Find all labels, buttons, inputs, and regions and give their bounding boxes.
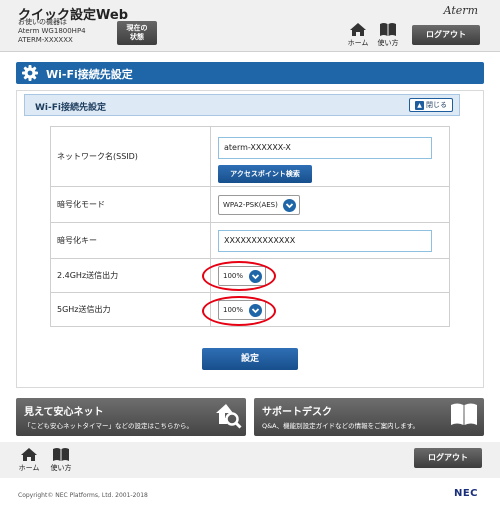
book-icon <box>380 23 396 36</box>
status-button-line-2: 状態 <box>130 33 144 41</box>
panel-header: Wi-Fi接続先設定 ▲ 閉じる <box>24 94 460 116</box>
home-button[interactable]: ホーム <box>345 22 371 50</box>
ssid-input[interactable]: aterm-XXXXXX-X <box>218 137 432 159</box>
banner-subtitle: Q&A、機能別設定ガイドなどの情報をご案内します。 <box>262 422 419 430</box>
device-name: ATERM-XXXXXX <box>18 36 73 44</box>
footer-home-label: ホーム <box>18 464 40 472</box>
encryption-mode-select[interactable]: WPA2-PSK(AES) <box>218 195 300 215</box>
footer-home-button[interactable]: ホーム <box>16 447 42 475</box>
logout-button[interactable]: ログアウト <box>412 25 480 45</box>
header: クイック設定Web お使いの機器は Aterm WG1800HP4 ATERM-… <box>0 0 500 52</box>
help-label: 使い方 <box>377 39 399 47</box>
aterm-logo: Aterm <box>443 4 478 17</box>
apply-settings-button[interactable]: 設定 <box>202 348 298 370</box>
close-label: 閉じる <box>426 101 447 109</box>
copyright-text: Copyright© NEC Platforms, Ltd. 2001-2018 <box>18 492 148 499</box>
help-button[interactable]: 使い方 <box>375 22 401 50</box>
nec-logo: NEC <box>453 488 478 499</box>
encryption-mode-label: 暗号化モード <box>50 186 211 223</box>
home-icon <box>21 448 37 461</box>
footer-help-label: 使い方 <box>50 464 72 472</box>
encryption-mode-value: WPA2-PSK(AES) <box>223 201 278 209</box>
panel-title: Wi-Fi接続先設定 <box>35 103 106 113</box>
encryption-key-cell: XXXXXXXXXXXXX <box>210 222 450 259</box>
chevron-down-icon <box>283 199 296 212</box>
ssid-label: ネットワーク名(SSID) <box>50 126 211 187</box>
footer-nav: ホーム 使い方 ログアウト <box>0 442 500 478</box>
current-status-button[interactable]: 現在の 状態 <box>117 21 157 45</box>
footer-logout-button[interactable]: ログアウト <box>414 448 482 468</box>
home-label: ホーム <box>347 39 369 47</box>
section-title: Wi-Fi接続先設定 <box>46 68 133 81</box>
table-row: ネットワーク名(SSID) aterm-XXXXXX-X アクセスポイント検索 <box>50 126 450 187</box>
support-desk-banner[interactable]: サポートデスク Q&A、機能別設定ガイドなどの情報をご案内します。 <box>254 398 484 436</box>
highlight-ring-24ghz <box>202 261 276 291</box>
book-icon <box>451 403 477 425</box>
house-magnifier-icon <box>216 404 242 429</box>
section-title-bar: Wi-Fi接続先設定 <box>16 62 484 84</box>
status-button-line-1: 現在の <box>126 24 148 32</box>
close-panel-button[interactable]: ▲ 閉じる <box>409 98 453 112</box>
highlight-ring-5ghz <box>202 296 276 326</box>
encryption-key-label: 暗号化キー <box>50 222 211 259</box>
tx-power-5ghz-label: 5GHz送信出力 <box>50 292 211 327</box>
banner-subtitle: 「こども安心ネットタイマー」などの設定はこちらから。 <box>24 422 193 430</box>
table-row: 暗号化モード WPA2-PSK(AES) <box>50 186 450 223</box>
table-row: 暗号化キー XXXXXXXXXXXXX <box>50 222 450 259</box>
device-model: Aterm WG1800HP4 <box>18 27 86 35</box>
gear-icon <box>22 65 38 81</box>
banner-title: 見えて安心ネット <box>24 407 104 418</box>
encryption-key-input[interactable]: XXXXXXXXXXXXX <box>218 230 432 252</box>
footer-help-button[interactable]: 使い方 <box>48 447 74 475</box>
encryption-mode-cell: WPA2-PSK(AES) <box>210 186 450 223</box>
device-info-line: お使いの機器は <box>18 18 67 26</box>
ssid-cell: aterm-XXXXXX-X アクセスポイント検索 <box>210 126 450 187</box>
chevron-up-icon: ▲ <box>415 100 424 110</box>
home-icon <box>350 23 366 36</box>
tx-power-24ghz-label: 2.4GHz送信出力 <box>50 258 211 293</box>
banner-title: サポートデスク <box>262 407 332 418</box>
access-point-search-button[interactable]: アクセスポイント検索 <box>218 165 312 183</box>
mieteanshin-net-banner[interactable]: 見えて安心ネット 「こども安心ネットタイマー」などの設定はこちらから。 <box>16 398 246 436</box>
book-icon <box>53 448 69 461</box>
